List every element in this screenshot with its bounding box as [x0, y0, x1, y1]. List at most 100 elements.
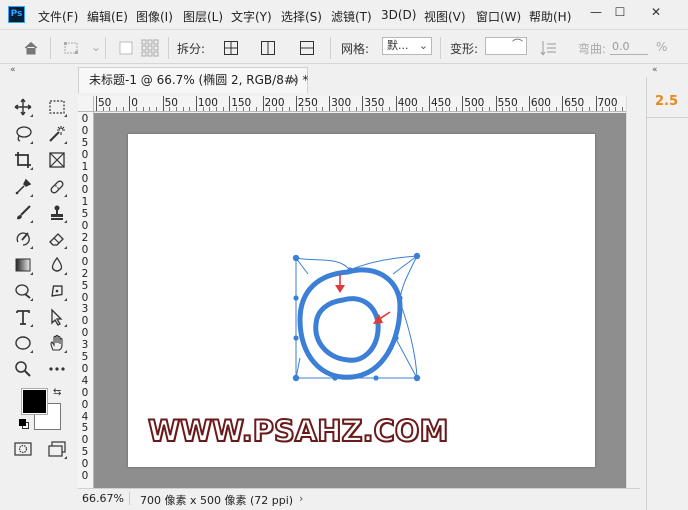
ruler-tick-label: 0	[81, 255, 89, 268]
warp-select[interactable]: ⌒	[485, 37, 527, 55]
vertical-ruler[interactable]: 0050100150200250300350400450500	[78, 112, 94, 488]
ruler-major-tick	[528, 96, 530, 111]
dodge-tool-icon[interactable]	[12, 280, 34, 302]
watermark-text: WWW.PSAHZ.COM	[147, 413, 449, 449]
ruler-minor-tick	[349, 107, 351, 111]
ruler-minor-tick	[555, 107, 557, 111]
split-label: 拆分:	[177, 42, 206, 56]
close-icon[interactable]: ×	[289, 68, 299, 92]
warp-orientation-icon[interactable]	[540, 39, 558, 57]
ruler-minor-tick	[335, 107, 337, 111]
bend-input[interactable]: 0.0	[610, 39, 648, 55]
ruler-tick-label: 0	[81, 386, 89, 399]
menu-bar: Ps 文件(F) 编辑(E) 图像(I) 图层(L) 文字(Y) 选择(S) 滤…	[0, 0, 688, 30]
magic-wand-tool-icon[interactable]	[46, 123, 68, 145]
foreground-color-swatch[interactable]	[21, 388, 48, 415]
more-tools-icon[interactable]	[46, 358, 68, 380]
pen-tool-icon[interactable]	[46, 280, 68, 302]
panel-divider	[647, 117, 688, 118]
clone-stamp-tool-icon[interactable]	[46, 202, 68, 224]
crop-tool-icon[interactable]	[12, 149, 34, 171]
toolbar-collapse-icon[interactable]: «	[10, 65, 16, 77]
menu-window[interactable]: 窗口(W)	[476, 8, 521, 25]
ruler-minor-tick	[269, 107, 271, 111]
ruler-minor-tick	[575, 107, 577, 111]
vertical-scrollbar[interactable]	[626, 96, 640, 488]
ruler-minor-tick	[535, 107, 537, 111]
default-colors-icon[interactable]	[19, 419, 29, 429]
transform-dropdown-chevron-icon[interactable]: ⌄	[91, 40, 101, 54]
menu-edit[interactable]: 编辑(E)	[87, 8, 128, 25]
ruler-minor-tick	[309, 107, 311, 111]
menu-type[interactable]: 文字(Y)	[231, 8, 272, 25]
frame-tool-icon[interactable]	[46, 149, 68, 171]
swap-colors-icon[interactable]: ⇆	[53, 387, 61, 398]
blur-tool-icon[interactable]	[46, 254, 68, 276]
ruler-minor-tick	[155, 107, 157, 111]
warp-label: 变形:	[450, 42, 479, 56]
zoom-level[interactable]: 66.67%	[82, 492, 130, 505]
move-tool-icon[interactable]	[12, 96, 34, 118]
menu-3d[interactable]: 3D(D)	[381, 8, 416, 22]
close-button[interactable]: ✕	[640, 0, 672, 24]
zoom-tool-icon[interactable]	[12, 358, 34, 380]
menu-layer[interactable]: 图层(L)	[183, 8, 223, 25]
lasso-tool-icon[interactable]	[12, 123, 34, 145]
brush-tool-icon[interactable]	[12, 202, 34, 224]
ruler-minor-tick	[448, 107, 450, 111]
ruler-tick-label: 0	[81, 315, 89, 328]
ruler-minor-tick	[382, 107, 384, 111]
menu-image[interactable]: 图像(I)	[136, 8, 173, 25]
home-icon[interactable]	[22, 39, 40, 57]
menu-filter[interactable]: 滤镜(T)	[331, 8, 372, 25]
eraser-tool-icon[interactable]	[46, 228, 68, 250]
document-canvas[interactable]: WWW.PSAHZ.COM	[128, 134, 595, 467]
panel-collapse-icon[interactable]: «	[652, 65, 658, 77]
chevron-right-icon[interactable]: ›	[299, 492, 303, 505]
ruler-minor-tick	[169, 107, 171, 111]
ruler-major-tick	[595, 96, 597, 111]
healing-brush-tool-icon[interactable]	[46, 176, 68, 198]
options-bar: ⌄ 拆分: 网格: 默... ⌄ 变形: ⌒ 弯曲: 0.0 %	[0, 31, 688, 64]
grid-select[interactable]: 默... ⌄	[382, 37, 432, 55]
ruler-tick-label: 0	[81, 291, 89, 304]
menu-view[interactable]: 视图(V)	[424, 8, 466, 25]
marquee-tool-icon[interactable]	[46, 96, 68, 118]
ruler-minor-tick	[315, 107, 317, 111]
ruler-minor-tick	[209, 107, 211, 111]
reference-point-checkbox[interactable]	[117, 39, 135, 57]
quick-mask-icon[interactable]	[12, 438, 34, 460]
eyedropper-tool-icon[interactable]	[12, 176, 34, 198]
screen-mode-icon[interactable]	[46, 438, 68, 460]
split-cross-icon[interactable]	[222, 39, 240, 57]
ruler-tick-label: 0	[81, 172, 89, 185]
ruler-minor-tick	[602, 107, 604, 111]
reference-point-grid-icon[interactable]	[141, 39, 159, 57]
document-tab[interactable]: 未标题-1 @ 66.7% (椭圆 2, RGB/8#) * ×	[78, 67, 308, 93]
ruler-minor-tick	[215, 107, 217, 111]
type-tool-icon[interactable]	[12, 306, 34, 328]
split-vertical-icon[interactable]	[259, 39, 277, 57]
ruler-tick-label: 0	[81, 362, 89, 375]
hand-tool-icon[interactable]	[46, 332, 68, 354]
transform-mode-icon[interactable]	[63, 39, 81, 57]
panel-value-text: 2.5	[655, 94, 679, 109]
ruler-tick-label: 0	[81, 398, 89, 411]
gradient-tool-icon[interactable]	[12, 254, 34, 276]
photoshop-logo[interactable]: Ps	[8, 6, 25, 23]
horizontal-ruler[interactable]: 50 0 50 100 150 200 250 300 350 400 450 500 550 600 65…	[94, 96, 626, 112]
ruler-tick-label: 2	[81, 267, 89, 280]
ruler-minor-tick	[435, 107, 437, 111]
ellipse-tool-icon[interactable]	[12, 332, 34, 354]
menu-select[interactable]: 选择(S)	[281, 8, 322, 25]
canvas-pasteboard[interactable]: WWW.PSAHZ.COM	[94, 113, 626, 488]
menu-help[interactable]: 帮助(H)	[529, 8, 571, 25]
ruler-tick-label: 0	[81, 220, 89, 233]
ruler-minor-tick	[468, 107, 470, 111]
path-selection-tool-icon[interactable]	[46, 306, 68, 328]
split-horizontal-icon[interactable]	[298, 39, 316, 57]
ruler-origin[interactable]	[78, 96, 94, 112]
history-brush-tool-icon[interactable]	[12, 228, 34, 250]
maximize-button[interactable]: ☐	[604, 0, 636, 24]
menu-file[interactable]: 文件(F)	[38, 8, 78, 25]
